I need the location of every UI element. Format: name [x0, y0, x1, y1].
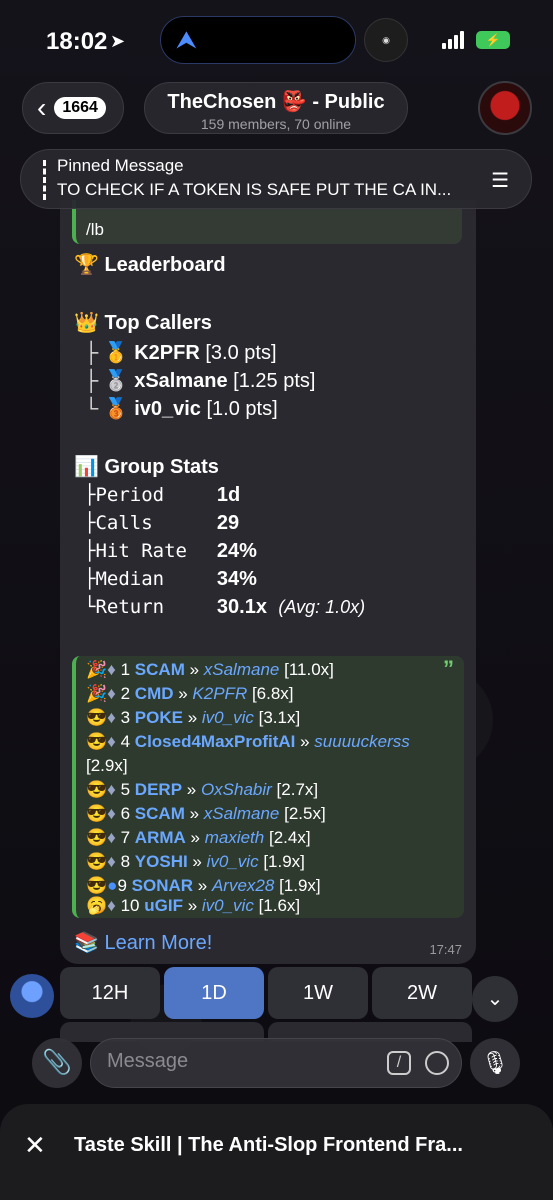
keyboard-button-2w[interactable]: 2W [372, 967, 472, 1019]
chat-header[interactable]: TheChosen 👺 - Public 159 members, 70 onl… [144, 82, 408, 134]
base-chain-icon: ● [107, 876, 118, 895]
dynamic-island[interactable]: ⮝ [160, 16, 356, 64]
ethereum-icon: ♦ [107, 780, 116, 799]
rank-row: 😎♦ 8 YOSHI » iv0_vic [1.9x] [86, 852, 305, 871]
ethereum-icon: ♦ [107, 684, 116, 703]
command-text: /lb [86, 220, 104, 239]
group-avatar[interactable] [478, 81, 532, 135]
status-time: 18:02 [46, 28, 108, 55]
pinned-label: Pinned Message [57, 156, 184, 175]
microphone-icon: 🎙 [481, 1050, 509, 1075]
top-callers-title: 👑 Top Callers [74, 312, 212, 334]
rank-row: 🎉♦ 2 CMD » K2PFR [6.8x] [86, 684, 294, 703]
chevron-left-icon: ‹ [37, 92, 47, 123]
stat-row: └Return 30.1x (Avg: 1.0x) [84, 596, 366, 618]
bot-message: /lb 🏆 Leaderboard 👑 Top Callers ├ 🥇 K2PF… [60, 200, 476, 964]
pin-list-icon[interactable]: ☰ [491, 168, 509, 193]
learn-more-link[interactable]: 📚 Learn More! [74, 930, 212, 955]
keyboard-button-1d[interactable]: 1D [164, 967, 264, 1019]
caller-row: ├ 🥈 xSalmane [1.25 pts] [84, 370, 316, 392]
keyboard-button-1w[interactable]: 1W [268, 967, 368, 1019]
ethereum-icon: ♦ [107, 732, 116, 751]
minimized-browser-bar[interactable]: ✕ Taste Skill | The Anti-Slop Frontend F… [0, 1104, 553, 1200]
attach-button[interactable]: 📎 [32, 1038, 82, 1088]
battery-icon: ⚡ [476, 31, 510, 49]
chevron-down-icon: ⌄ [486, 988, 504, 1010]
message-input-container[interactable]: / [90, 1038, 462, 1088]
leaderboard-title: 🏆 Leaderboard [74, 254, 226, 276]
ethereum-icon: ♦ [107, 804, 116, 823]
rank-row: 🎉♦ 1 SCAM » xSalmane [11.0x] [86, 660, 334, 679]
ethereum-icon: ♦ [107, 896, 116, 915]
gold-medal-icon: 🥇 [103, 342, 129, 364]
ethereum-icon: ♦ [107, 660, 116, 679]
location-arrow-icon: ➤ [110, 31, 126, 51]
chat-subtitle: 159 members, 70 online [200, 116, 352, 132]
rank-row: 😎♦ 4 Closed4MaxProfitAI » suuuuckerss [86, 732, 410, 751]
bot-avatar[interactable] [10, 974, 54, 1018]
caller-row: └ 🥉 iv0_vic [1.0 pts] [84, 398, 278, 420]
message-input[interactable] [107, 1050, 367, 1073]
rank-row: 🥱♦ 10 uGIF » iv0_vic [1.6x] [86, 896, 301, 915]
ethereum-icon: ♦ [107, 708, 116, 727]
stat-row: ├Calls 29 [84, 512, 240, 534]
microphone-button[interactable]: 🎙 [470, 1038, 520, 1088]
status-bar: 18:02 ➤ ⮝ ◉ ⚡ [0, 0, 553, 80]
rank-row-wrap: [2.9x] [86, 756, 128, 775]
pinned-text: TO CHECK IF A TOKEN IS SAFE PUT THE CA I… [57, 180, 452, 199]
ethereum-icon: ♦ [107, 852, 116, 871]
rank-row: 😎●9 SONAR » Arvex28 [1.9x] [86, 876, 321, 895]
pinned-message-bar[interactable]: Pinned Message TO CHECK IF A TOKEN IS SA… [20, 149, 532, 209]
island-app-thumbnail[interactable]: ◉ [364, 18, 408, 62]
group-stats-title: 📊 Group Stats [74, 456, 219, 478]
ranking-quote: ” 🎉♦ 1 SCAM » xSalmane [11.0x] 🎉♦ 2 CMD … [72, 656, 464, 918]
stat-row: ├Hit Rate 24% [84, 540, 257, 562]
close-icon[interactable]: ✕ [24, 1130, 46, 1161]
rank-row: 😎♦ 7 ARMA » maxieth [2.4x] [86, 828, 311, 847]
quote-icon: ” [443, 656, 454, 681]
unread-count-badge: 1664 [54, 97, 106, 119]
keyboard-button-12h[interactable]: 12H [60, 967, 160, 1019]
stat-row: ├Period 1d [84, 484, 241, 506]
stat-row: ├Median 34% [84, 568, 257, 590]
caller-row: ├ 🥇 K2PFR [3.0 pts] [84, 342, 277, 364]
rank-row: 😎♦ 3 POKE » iv0_vic [3.1x] [86, 708, 301, 727]
navigation-arrow-icon: ⮝ [177, 27, 196, 52]
pin-indicator [43, 160, 46, 200]
rank-row: 😎♦ 5 DERP » OxShabir [2.7x] [86, 780, 319, 799]
rank-row: 😎♦ 6 SCAM » xSalmane [2.5x] [86, 804, 326, 823]
ethereum-icon: ♦ [107, 828, 116, 847]
back-button[interactable]: ‹ 1664 [22, 82, 124, 134]
cellular-signal-icon [442, 31, 466, 49]
scroll-down-button[interactable]: ⌄ [472, 976, 518, 1022]
bronze-medal-icon: 🥉 [103, 398, 129, 420]
message-time: 17:47 [429, 942, 462, 957]
browser-tab-title[interactable]: Taste Skill | The Anti-Slop Frontend Fra… [74, 1134, 463, 1157]
paperclip-icon: 📎 [42, 1049, 72, 1076]
bot-commands-icon[interactable]: / [387, 1051, 411, 1075]
timer-icon[interactable] [425, 1051, 449, 1075]
chat-title: TheChosen 👺 - Public [167, 91, 385, 113]
silver-medal-icon: 🥈 [103, 370, 129, 392]
